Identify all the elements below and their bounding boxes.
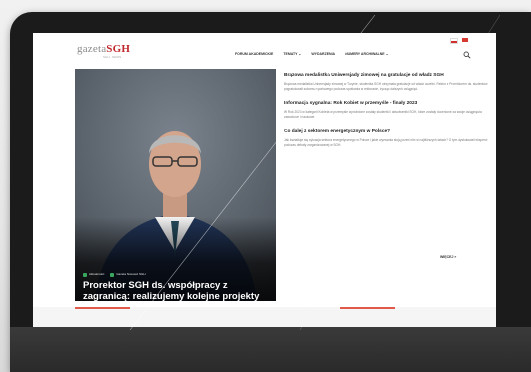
bottom-strip: [33, 307, 496, 327]
site-logo[interactable]: gazetaSGH SGH · NEWS: [77, 44, 130, 64]
site-header: gazetaSGH SGH · NEWS FORUM AKADEMICKIE T…: [33, 33, 496, 69]
logo-tagline: SGH · NEWS: [103, 55, 122, 59]
main-nav: FORUM AKADEMICKIE TEMATY ⌄ WYDARZENIA NU…: [235, 52, 389, 57]
news-list: Brązowa medalistka Uniwersjady zimowej n…: [284, 73, 488, 158]
logo-wordmark: gazetaSGH: [77, 43, 131, 55]
more-link[interactable]: WIĘCEJ »: [440, 255, 456, 259]
news-headline[interactable]: Informacja sygnalna: Rok Kobiet w przemy…: [284, 101, 488, 107]
tag-news[interactable]: Aktualności: [83, 272, 104, 277]
search-icon[interactable]: [463, 51, 471, 59]
list-item[interactable]: Informacja sygnalna: Rok Kobiet w przemy…: [284, 101, 488, 119]
hero-article[interactable]: Aktualności Gazeta Nowosci SGH Prorektor…: [75, 69, 276, 301]
hero-title[interactable]: Prorektor SGH ds. współpracy z zagranicą…: [83, 280, 269, 301]
tag-dot-icon: [110, 272, 115, 277]
news-excerpt: Jak kształtuje się sytuacja sektora ener…: [284, 138, 488, 147]
nav-item-topics[interactable]: TEMATY ⌄: [283, 52, 301, 57]
website-screen: gazetaSGH SGH · NEWS FORUM AKADEMICKIE T…: [33, 33, 496, 327]
nav-item-events[interactable]: WYDARZENIA: [311, 52, 335, 57]
nav-item-forum[interactable]: FORUM AKADEMICKIE: [235, 52, 273, 57]
section-accent-bar: [75, 307, 130, 309]
hero-tags: Aktualności Gazeta Nowosci SGH: [83, 272, 146, 277]
news-headline[interactable]: Brązowa medalistka Uniwersjady zimowej n…: [284, 73, 488, 79]
news-excerpt: Brązowa medalistka Uniwersjady zimowej w…: [284, 82, 488, 91]
tag-dot-icon: [83, 272, 87, 277]
section-accent-bar: [340, 307, 395, 309]
nav-item-archive[interactable]: NUMERY ARCHIWALNE ⌄: [345, 52, 388, 57]
laptop-base: [10, 327, 531, 372]
tag-gazeta[interactable]: Gazeta Nowosci SGH: [110, 272, 146, 277]
news-excerpt: W Rok 2023 w kategorii Kobieta w przemyś…: [284, 110, 482, 119]
flag-en-icon[interactable]: [462, 38, 468, 42]
list-item[interactable]: Co dalej z sektorem energetycznym w Pols…: [284, 129, 488, 147]
news-headline[interactable]: Co dalej z sektorem energetycznym w Pols…: [284, 129, 488, 135]
list-item[interactable]: Brązowa medalistka Uniwersjady zimowej n…: [284, 73, 488, 91]
flag-pl-icon[interactable]: [450, 38, 458, 44]
